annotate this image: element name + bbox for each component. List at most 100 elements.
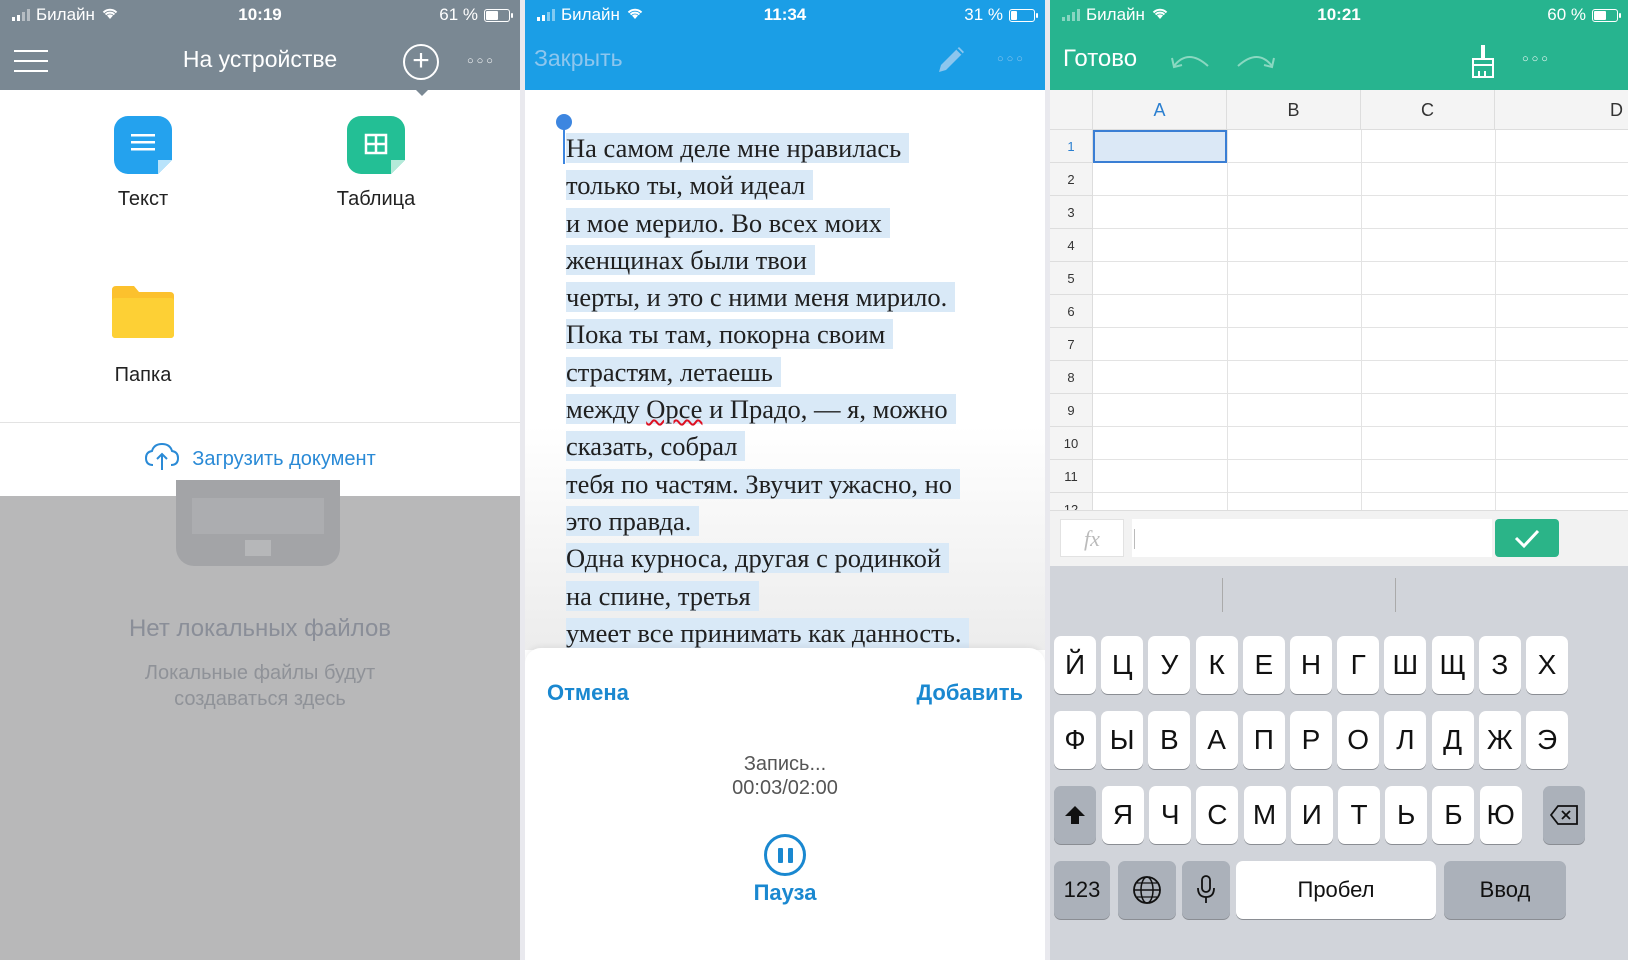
letter-key[interactable]: Д	[1431, 711, 1474, 769]
status-bar: Билайн 10:21 60 %	[1050, 0, 1628, 30]
letter-key[interactable]: М	[1243, 786, 1286, 844]
letter-key[interactable]: Ю	[1479, 786, 1522, 844]
letter-key[interactable]: А	[1195, 711, 1238, 769]
recording-label: Запись...	[743, 753, 827, 775]
letter-key[interactable]: Е	[1242, 636, 1285, 694]
row-header[interactable]: 6	[1050, 295, 1093, 328]
letter-key[interactable]: В	[1148, 711, 1191, 769]
add-button[interactable]: Добавить	[916, 680, 1023, 706]
space-key[interactable]: Пробел	[1236, 861, 1436, 919]
text-editor-screen: Билайн 11:34 31 % Закрыть ○○○ На самом д…	[525, 0, 1045, 960]
close-button[interactable]: Закрыть	[534, 45, 623, 72]
popover-caret	[410, 84, 434, 96]
letter-key[interactable]: З	[1478, 636, 1521, 694]
row-header[interactable]: 2	[1050, 163, 1093, 196]
pencil-edit-icon[interactable]	[935, 42, 969, 76]
column-header-d[interactable]: D	[1495, 90, 1628, 130]
spreadsheet-grid[interactable]: A B C D 123456789101112 Aa	[1050, 90, 1628, 510]
page-title: На устройстве	[182, 46, 338, 72]
top-bar: Билайн 10:21 60 % Готово ○○○	[1050, 0, 1628, 90]
row-header[interactable]: 11	[1050, 460, 1093, 493]
text-line: черты, и это с ними меня мирило.	[566, 279, 1006, 316]
letter-key[interactable]: У	[1148, 636, 1191, 694]
cancel-button[interactable]: Отмена	[547, 680, 629, 706]
letter-key[interactable]: Э	[1526, 711, 1568, 769]
selected-cell-a1[interactable]	[1093, 130, 1227, 163]
letter-key[interactable]: Щ	[1431, 636, 1474, 694]
text-line: тебя по частям. Звучит ужасно, но	[566, 466, 1006, 503]
row-header[interactable]: 8	[1050, 361, 1093, 394]
shift-key[interactable]	[1054, 786, 1096, 844]
letter-key[interactable]: Х	[1526, 636, 1568, 694]
letter-key[interactable]: Ц	[1101, 636, 1144, 694]
row-header[interactable]: 3	[1050, 196, 1093, 229]
letter-key[interactable]: Т	[1338, 786, 1380, 844]
letter-key[interactable]: Я	[1102, 786, 1144, 844]
grid-column-line	[1361, 130, 1362, 510]
formula-caret	[1134, 529, 1135, 549]
battery-icon	[1009, 8, 1038, 22]
row-header[interactable]: 4	[1050, 229, 1093, 262]
pause-icon[interactable]	[764, 834, 806, 876]
letter-key[interactable]: Ч	[1149, 786, 1192, 844]
undo-icon[interactable]	[1170, 46, 1212, 75]
text-line: только ты, мой идеал	[566, 167, 1006, 204]
column-header-c[interactable]: C	[1361, 90, 1495, 130]
letter-key[interactable]: Ш	[1384, 636, 1427, 694]
letter-key[interactable]: Н	[1290, 636, 1332, 694]
redo-icon[interactable]	[1234, 46, 1276, 75]
misspelled-word[interactable]: Орсе	[646, 394, 702, 424]
more-dots-icon[interactable]: ○○○	[467, 55, 496, 67]
backspace-key[interactable]	[1543, 786, 1585, 844]
add-plus-icon[interactable]: +	[403, 44, 439, 80]
row-header[interactable]: 7	[1050, 328, 1093, 361]
text-line: сказать, собрал	[566, 428, 1006, 465]
row-header[interactable]: 12	[1050, 493, 1093, 510]
top-bar: Билайн 10:19 61 % На устройстве + ○○○	[0, 0, 520, 90]
microphone-icon[interactable]	[1182, 861, 1230, 919]
letter-key[interactable]: Р	[1290, 711, 1332, 769]
letter-key[interactable]: Ы	[1101, 711, 1144, 769]
letter-key[interactable]: Б	[1432, 786, 1475, 844]
create-folder-button[interactable]: Папка	[83, 286, 203, 387]
done-button[interactable]: Готово	[1063, 45, 1137, 73]
create-text-button[interactable]: Текст	[83, 116, 203, 211]
letter-key[interactable]: С	[1196, 786, 1239, 844]
confirm-check-button[interactable]	[1495, 519, 1559, 557]
grid-column-line	[1495, 130, 1496, 510]
column-header-b[interactable]: B	[1227, 90, 1361, 130]
row-header[interactable]: 1	[1050, 130, 1093, 163]
more-dots-icon[interactable]: ○○○	[1522, 53, 1551, 65]
formula-input[interactable]	[1132, 519, 1492, 557]
select-all-corner[interactable]	[1050, 90, 1093, 130]
letter-key[interactable]: Г	[1337, 636, 1380, 694]
battery-icon	[484, 8, 513, 22]
letter-key[interactable]: К	[1195, 636, 1238, 694]
letter-key[interactable]: Ь	[1385, 786, 1428, 844]
letter-key[interactable]: О	[1337, 711, 1380, 769]
create-text-label: Текст	[117, 188, 169, 210]
more-dots-icon[interactable]: ○○○	[997, 53, 1026, 65]
globe-icon[interactable]	[1118, 861, 1176, 919]
selected-text[interactable]: На самом деле мне нравилась только ты, м…	[566, 130, 1006, 652]
row-header[interactable]: 9	[1050, 394, 1093, 427]
function-fx-icon[interactable]: fx	[1060, 519, 1124, 557]
onscreen-keyboard: ЙЦУКЕНГШЩЗХ ФЫВАПРОЛДЖЭ ЯЧСМИТЬБЮ 123 Проб…	[1050, 566, 1628, 960]
letter-key[interactable]: Й	[1054, 636, 1096, 694]
letter-key[interactable]: Ф	[1054, 711, 1096, 769]
top-bar: Билайн 11:34 31 % Закрыть ○○○	[525, 0, 1045, 90]
numbers-key[interactable]: 123	[1054, 861, 1110, 919]
row-header[interactable]: 10	[1050, 427, 1093, 460]
format-brush-icon[interactable]	[1470, 43, 1496, 84]
letter-key[interactable]: Л	[1384, 711, 1427, 769]
enter-key[interactable]: Ввод	[1444, 861, 1566, 919]
status-bar: Билайн 11:34 31 %	[525, 0, 1045, 30]
letter-key[interactable]: П	[1242, 711, 1285, 769]
letter-key[interactable]: Ж	[1478, 711, 1521, 769]
pause-button[interactable]: Пауза	[525, 880, 1045, 906]
row-header[interactable]: 5	[1050, 262, 1093, 295]
letter-key[interactable]: И	[1290, 786, 1333, 844]
battery-percent: 31 %	[964, 5, 1003, 24]
create-spreadsheet-button[interactable]: Таблица	[316, 116, 436, 211]
column-header-a[interactable]: A	[1093, 90, 1227, 130]
